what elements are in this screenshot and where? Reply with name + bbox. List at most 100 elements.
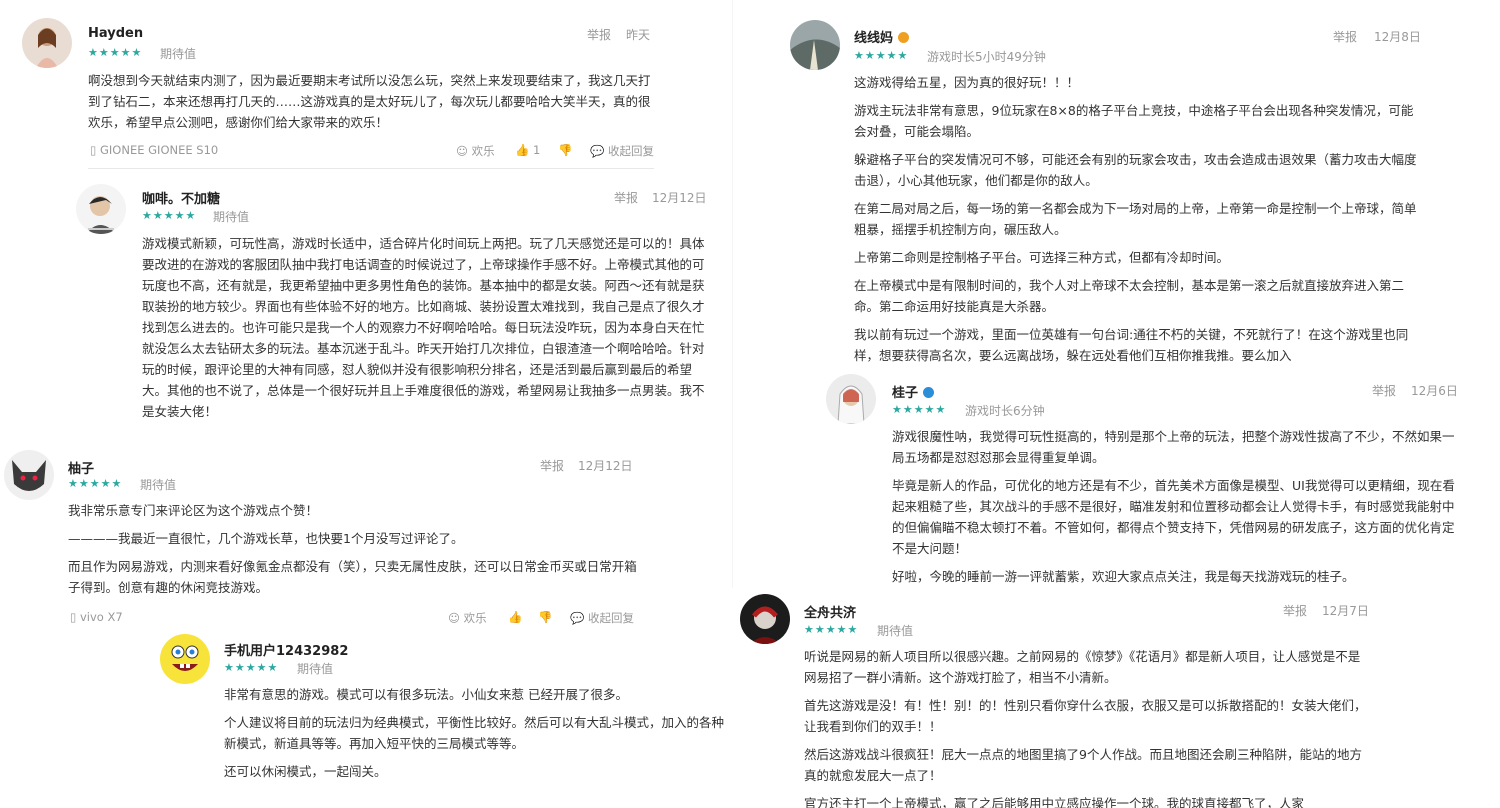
avatar-image <box>740 594 790 644</box>
post-date: 12月6日 <box>1411 384 1458 398</box>
like-button[interactable]: 👍 1 <box>515 143 540 157</box>
review-paragraph: 这游戏得给五星，因为真的很好玩！！！ <box>854 75 1080 90</box>
post-date: 12月8日 <box>1374 30 1421 44</box>
star-rating: ★★★★★ <box>892 403 947 416</box>
comment-icon: 💬 <box>570 611 585 625</box>
rating-tag: 期待值 <box>140 478 177 492</box>
review-paragraph: 在第二局对局之后，每一场的第一名都会成为下一场对局的上帝，上帝第一命是控制一个上… <box>854 201 1417 237</box>
star-rating: ★★★★★ <box>804 623 859 636</box>
review-paragraph: 非常有意思的游戏。模式可以有很多玩法。小仙女来惹 已经开展了很多。 <box>224 687 628 702</box>
rating-tag: 期待值 <box>297 662 334 676</box>
username[interactable]: 柚子 <box>68 458 94 477</box>
thumbs-up-icon: 👍 <box>515 143 530 157</box>
avatar-image <box>22 18 72 68</box>
post-date: 12月12日 <box>578 459 633 473</box>
separator <box>88 168 654 169</box>
rating-tag: 期待值 <box>160 47 197 61</box>
joy-button[interactable]: ☺ 欢乐 <box>456 143 495 159</box>
review-card-kafei: 咖啡。不加糖 ★★★★★ 期待值 举报 12月12日 游戏模式新颖，可玩性高，游… <box>70 178 720 440</box>
rating-tag: 期待值 <box>877 624 914 638</box>
review-paragraph: 我非常乐意专门来评论区为这个游戏点个赞！ <box>68 503 319 518</box>
review-body: 这游戏得给五星，因为真的很好玩！！！ 游戏主玩法非常有意思，9位玩家在8×8的格… <box>854 72 1420 370</box>
star-rating: ★★★★★ <box>68 477 123 490</box>
joy-button[interactable]: ☺ 欢乐 <box>448 610 487 626</box>
fold-label: 收起回复 <box>587 611 634 625</box>
report-link[interactable]: 举报 <box>1283 602 1307 619</box>
review-paragraph: 个人建议将目前的玩法归为经典模式，平衡性比较好。然后可以有大乱斗模式，加入的各种… <box>224 715 725 751</box>
review-card-youzi: 柚子 ★★★★★ 期待值 举报 12月12日 我非常乐意专门来评论区为这个游戏点… <box>0 446 660 631</box>
phone-icon: ▯ <box>70 610 77 624</box>
report-link[interactable]: 举报 <box>587 26 611 43</box>
avatar[interactable] <box>160 634 210 684</box>
smile-icon: ☺ <box>456 144 468 158</box>
username[interactable]: 手机用户12432982 <box>224 640 348 659</box>
avatar-image <box>790 20 840 70</box>
smile-icon: ☺ <box>448 611 460 625</box>
joy-label: 欢乐 <box>471 144 495 158</box>
avatar[interactable] <box>4 450 54 500</box>
username-text: 桂子 <box>892 386 919 401</box>
review-paragraph: 好啦，今晚的睡前一游一评就蓄紫，欢迎大家点点关注，我是每天找游戏玩的桂子。 <box>892 569 1355 584</box>
like-button[interactable]: 👍 <box>508 610 522 624</box>
fold-replies-button[interactable]: 💬 收起回复 <box>590 143 654 159</box>
star-rating: ★★★★★ <box>224 661 279 674</box>
fold-label: 收起回复 <box>607 144 654 158</box>
report-link[interactable]: 举报 <box>1333 28 1357 45</box>
review-paragraph: ————我最近一直很忙，几个游戏长草，也快要1个月没写过评论了。 <box>68 531 464 546</box>
review-body: 游戏模式新颖，可玩性高，游戏时长适中，适合碎片化时间玩上两把。玩了几天感觉还是可… <box>142 236 705 419</box>
play-time: 游戏时长6分钟 <box>965 404 1045 418</box>
review-paragraph: 还可以休闲模式，一起闯关。 <box>224 764 387 779</box>
review-body: 我非常乐意专门来评论区为这个游戏点个赞！ ————我最近一直很忙，几个游戏长草，… <box>68 500 648 605</box>
thumbs-down-icon: 👎 <box>538 610 553 624</box>
report-link[interactable]: 举报 <box>614 189 638 206</box>
avatar[interactable] <box>22 18 72 68</box>
thumbs-up-icon: 👍 <box>508 610 523 624</box>
username[interactable]: 桂子 <box>892 382 935 401</box>
thumbs-down-icon: 👎 <box>558 143 573 157</box>
device-name: GIONEE GIONEE S10 <box>100 143 219 157</box>
avatar-image <box>4 450 54 500</box>
report-link[interactable]: 举报 <box>1372 382 1396 399</box>
review-paragraph: 毕竟是新人的作品，可优化的地方还是有不少，首先美术方面像是模型、UI我觉得可以更… <box>892 478 1455 556</box>
review-paragraph: 在上帝模式中是有限制时间的，我个人对上帝球不太会控制，基本是第一滚之后就直接放弃… <box>854 278 1405 314</box>
review-paragraph: 游戏很魔性呐，我觉得可玩性挺高的，特别是那个上帝的玩法，把整个游戏性拔高了不少，… <box>892 429 1455 465</box>
star-rating: ★★★★★ <box>142 209 197 222</box>
review-paragraph: 官方还主打一个上帝模式，赢了之后能够用中立感应操作一个球。我的球直接都飞了，人家 <box>804 796 1305 808</box>
avatar-image <box>160 634 210 684</box>
star-rating: ★★★★★ <box>88 46 143 59</box>
rating-tag: 期待值 <box>213 210 250 224</box>
play-time: 游戏时长5小时49分钟 <box>927 50 1046 64</box>
avatar[interactable] <box>740 594 790 644</box>
review-card-quanzhou: 全舟共济 ★★★★★ 期待值 举报 12月7日 听说是网易的新人项目所以很感兴趣… <box>732 588 1392 808</box>
username[interactable]: 咖啡。不加糖 <box>142 188 220 207</box>
avatar[interactable] <box>790 20 840 70</box>
fold-replies-button[interactable]: 💬 收起回复 <box>570 610 634 626</box>
avatar-image <box>76 184 126 234</box>
star-rating: ★★★★★ <box>854 49 909 62</box>
review-body: 啊没想到今天就结束内测了，因为最近要期末考试所以没怎么玩，突然上来发现要结束了，… <box>88 73 651 130</box>
review-paragraph: 而且作为网易游戏，内测来看好像氪金点都没有（笑），只卖无属性皮肤，还可以日常金币… <box>68 559 637 595</box>
review-paragraph: 然后这游戏战斗很疯狂！屁大一点点的地图里搞了9个人作战。而且地图还会刷三种陷阱，… <box>804 747 1362 783</box>
review-paragraph: 我以前有玩过一个游戏，里面一位英雄有一句台词:通往不朽的关键，不死就行了！在这个… <box>854 327 1409 363</box>
device-info: ▯ GIONEE GIONEE S10 <box>90 143 218 157</box>
review-card-phone-user: 手机用户12432982 ★★★★★ 期待值 非常有意思的游戏。模式可以有很多玩… <box>150 628 732 808</box>
dislike-button[interactable]: 👎 <box>558 143 572 157</box>
phone-icon: ▯ <box>90 143 97 157</box>
review-card-guizi: 桂子 ★★★★★ 游戏时长6分钟 举报 12月6日 游戏很魔性呐，我觉得可玩性挺… <box>820 368 1480 590</box>
like-count: 1 <box>532 143 541 157</box>
device-name: vivo X7 <box>80 610 123 624</box>
review-paragraph: 游戏主玩法非常有意思，9位玩家在8×8的格子平台上竞技，中途格子平台会出现各种突… <box>854 103 1414 139</box>
dislike-button[interactable]: 👎 <box>538 610 552 624</box>
avatar[interactable] <box>76 184 126 234</box>
review-card-hayden: Hayden ★★★★★ 期待值 举报 昨天 啊没想到今天就结束内测了，因为最近… <box>0 0 670 180</box>
avatar[interactable] <box>826 374 876 424</box>
username[interactable]: 全舟共济 <box>804 602 856 621</box>
review-paragraph: 上帝第二命则是控制格子平台。可选择三种方式，但都有冷却时间。 <box>854 250 1230 265</box>
review-body: 非常有意思的游戏。模式可以有很多玩法。小仙女来惹 已经开展了很多。 个人建议将目… <box>224 684 730 789</box>
report-link[interactable]: 举报 <box>540 457 564 474</box>
username-text: 线线妈 <box>854 31 894 46</box>
username[interactable]: Hayden <box>88 26 143 41</box>
username[interactable]: 线线妈 <box>854 27 910 46</box>
review-body: 游戏很魔性呐，我觉得可玩性挺高的，特别是那个上帝的玩法，把整个游戏性拔高了不少，… <box>892 426 1458 590</box>
verified-icon <box>923 387 935 398</box>
